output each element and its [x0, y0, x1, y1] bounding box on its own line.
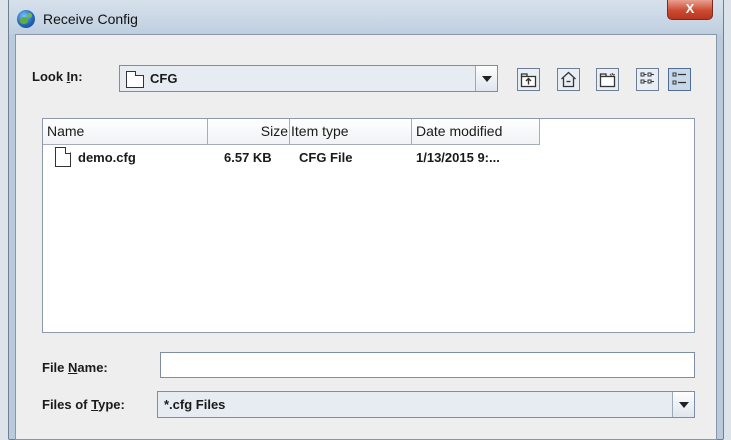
close-button[interactable]: X — [667, 0, 713, 20]
list-view-icon — [640, 72, 654, 84]
list-view-button[interactable] — [636, 68, 659, 91]
details-view-icon — [672, 72, 686, 85]
file-date-cell: 1/13/2015 9:... — [416, 150, 500, 165]
up-one-level-icon — [520, 73, 537, 88]
new-folder-icon — [599, 72, 616, 88]
column-header-date-modified[interactable]: Date modified — [412, 119, 540, 145]
files-of-type-label: Files of Type: — [42, 397, 125, 412]
home-icon — [561, 71, 576, 88]
file-list-header: Name Size Item type Date modified — [43, 119, 694, 145]
file-name-cell: demo.cfg — [78, 150, 136, 165]
column-header-name[interactable]: Name — [43, 119, 208, 145]
files-of-type-combo[interactable]: *.cfg Files — [157, 391, 695, 418]
file-size-cell: 6.57 KB — [224, 150, 272, 165]
up-one-level-button[interactable] — [517, 68, 540, 91]
chevron-down-icon[interactable] — [672, 392, 694, 417]
look-in-combo[interactable]: CFG — [119, 65, 498, 92]
globe-icon — [17, 10, 35, 28]
window-title: Receive Config — [43, 11, 138, 27]
file-icon-fold — [65, 147, 71, 154]
chevron-down-icon[interactable] — [475, 66, 497, 91]
column-header-size[interactable]: Size — [208, 119, 290, 145]
file-name-input[interactable] — [160, 352, 695, 378]
files-of-type-value: *.cfg Files — [164, 397, 226, 412]
file-type-cell: CFG File — [299, 150, 353, 165]
title-bar[interactable]: Receive Config X — [9, 0, 723, 34]
home-button[interactable] — [557, 68, 580, 91]
folder-icon — [125, 71, 144, 88]
look-in-value: CFG — [150, 71, 178, 86]
file-name-label: File Name: — [42, 360, 108, 375]
new-folder-button[interactable] — [596, 68, 619, 91]
table-row[interactable]: demo.cfg 6.57 KB CFG File 1/13/2015 9:..… — [43, 146, 694, 170]
column-header-item-type[interactable]: Item type — [290, 119, 412, 145]
details-view-button[interactable] — [668, 68, 691, 91]
look-in-label: Look In: — [32, 69, 83, 84]
file-list[interactable]: Name Size Item type Date modified demo.c… — [42, 118, 695, 333]
